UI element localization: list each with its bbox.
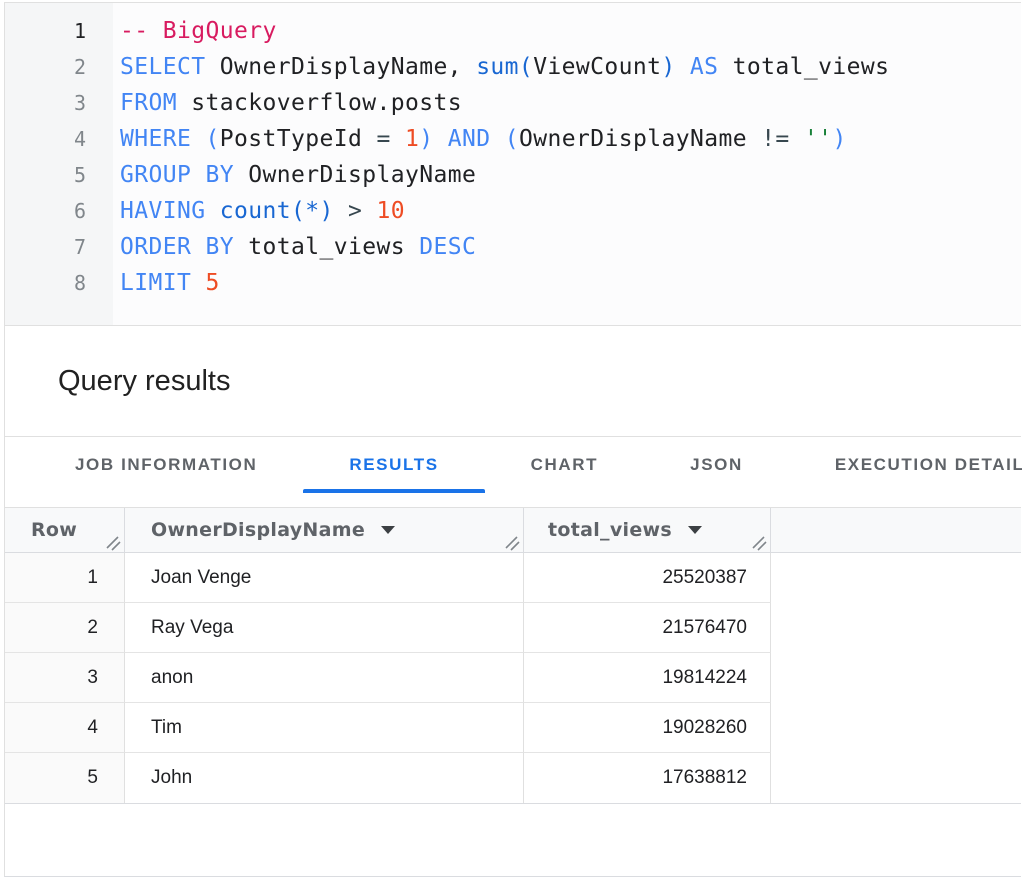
line-number: 6	[5, 193, 113, 229]
owner-display-name-cell: Ray Vega	[125, 603, 524, 653]
query-results-header-bar: Query results	[5, 326, 1021, 437]
owner-display-name-cell: Joan Venge	[125, 553, 524, 603]
code-line: FROM stackoverflow.posts	[120, 85, 1021, 121]
table-row: 5John17638812	[5, 753, 1021, 803]
column-header-ownerdisplayname: OwnerDisplayName	[125, 508, 524, 552]
column-resize-handle-icon[interactable]	[504, 534, 520, 550]
total-views-cell: 25520387	[524, 553, 771, 603]
column-header-row: Row	[5, 508, 125, 552]
tab-json[interactable]: JSON	[644, 437, 789, 493]
sql-code-area[interactable]: -- BigQuerySELECT OwnerDisplayName, sum(…	[113, 3, 1021, 325]
code-line: SELECT OwnerDisplayName, sum(ViewCount) …	[120, 49, 1021, 85]
filler-cell	[771, 603, 1021, 653]
code-line: ORDER BY total_views DESC	[120, 229, 1021, 265]
filler-cell	[771, 703, 1021, 753]
row-number-cell: 4	[5, 703, 125, 753]
total-views-cell: 19814224	[524, 653, 771, 703]
total-views-cell: 21576470	[524, 603, 771, 653]
sql-editor[interactable]: 12345678 -- BigQuerySELECT OwnerDisplayN…	[5, 3, 1021, 326]
column-header-total-views: total_views	[524, 508, 771, 552]
filler-cell	[771, 553, 1021, 603]
row-number-cell: 5	[5, 753, 125, 803]
line-number: 3	[5, 85, 113, 121]
column-header-label: OwnerDisplayName	[151, 519, 365, 541]
results-tab-bar: JOB INFORMATIONRESULTSCHARTJSONEXECUTION…	[5, 437, 1021, 507]
results-table-header: Row OwnerDisplayName total_views	[5, 507, 1021, 553]
code-line: GROUP BY OwnerDisplayName	[120, 157, 1021, 193]
owner-display-name-cell: Tim	[125, 703, 524, 753]
bottom-whitespace	[5, 804, 1021, 876]
code-line: LIMIT 5	[120, 265, 1021, 301]
table-row: 1Joan Venge25520387	[5, 553, 1021, 603]
owner-display-name-cell: John	[125, 753, 524, 803]
editor-line-number-gutter: 12345678	[5, 3, 113, 325]
row-number-cell: 2	[5, 603, 125, 653]
column-sort-dropdown-icon[interactable]	[381, 526, 395, 534]
code-line: WHERE (PostTypeId = 1) AND (OwnerDisplay…	[120, 121, 1021, 157]
tab-job-information[interactable]: JOB INFORMATION	[29, 437, 303, 493]
table-row: 3anon19814224	[5, 653, 1021, 703]
line-number: 4	[5, 121, 113, 157]
row-number-cell: 1	[5, 553, 125, 603]
line-number: 1	[5, 13, 113, 49]
filler-cell	[771, 753, 1021, 803]
line-number: 5	[5, 157, 113, 193]
table-row: 4Tim19028260	[5, 703, 1021, 753]
bigquery-panel: 12345678 -- BigQuerySELECT OwnerDisplayN…	[4, 2, 1021, 877]
code-line: -- BigQuery	[120, 13, 1021, 49]
tab-chart[interactable]: CHART	[485, 437, 645, 493]
column-header-label: Row	[31, 519, 77, 541]
total-views-cell: 19028260	[524, 703, 771, 753]
tab-results[interactable]: RESULTS	[303, 437, 484, 493]
line-number: 2	[5, 49, 113, 85]
total-views-cell: 17638812	[524, 753, 771, 803]
column-resize-handle-icon[interactable]	[751, 534, 767, 550]
filler-cell	[771, 653, 1021, 703]
row-number-cell: 3	[5, 653, 125, 703]
column-resize-handle-icon[interactable]	[105, 534, 121, 550]
line-number: 8	[5, 265, 113, 301]
owner-display-name-cell: anon	[125, 653, 524, 703]
line-number: 7	[5, 229, 113, 265]
table-row: 2Ray Vega21576470	[5, 603, 1021, 653]
code-line: HAVING count(*) > 10	[120, 193, 1021, 229]
column-header-filler	[771, 508, 1021, 552]
results-table-body: 1Joan Venge255203872Ray Vega215764703ano…	[5, 553, 1021, 803]
column-header-label: total_views	[548, 519, 672, 541]
tab-execution-details[interactable]: EXECUTION DETAILS	[789, 437, 1022, 493]
column-sort-dropdown-icon[interactable]	[688, 526, 702, 534]
query-results-title: Query results	[5, 365, 230, 398]
